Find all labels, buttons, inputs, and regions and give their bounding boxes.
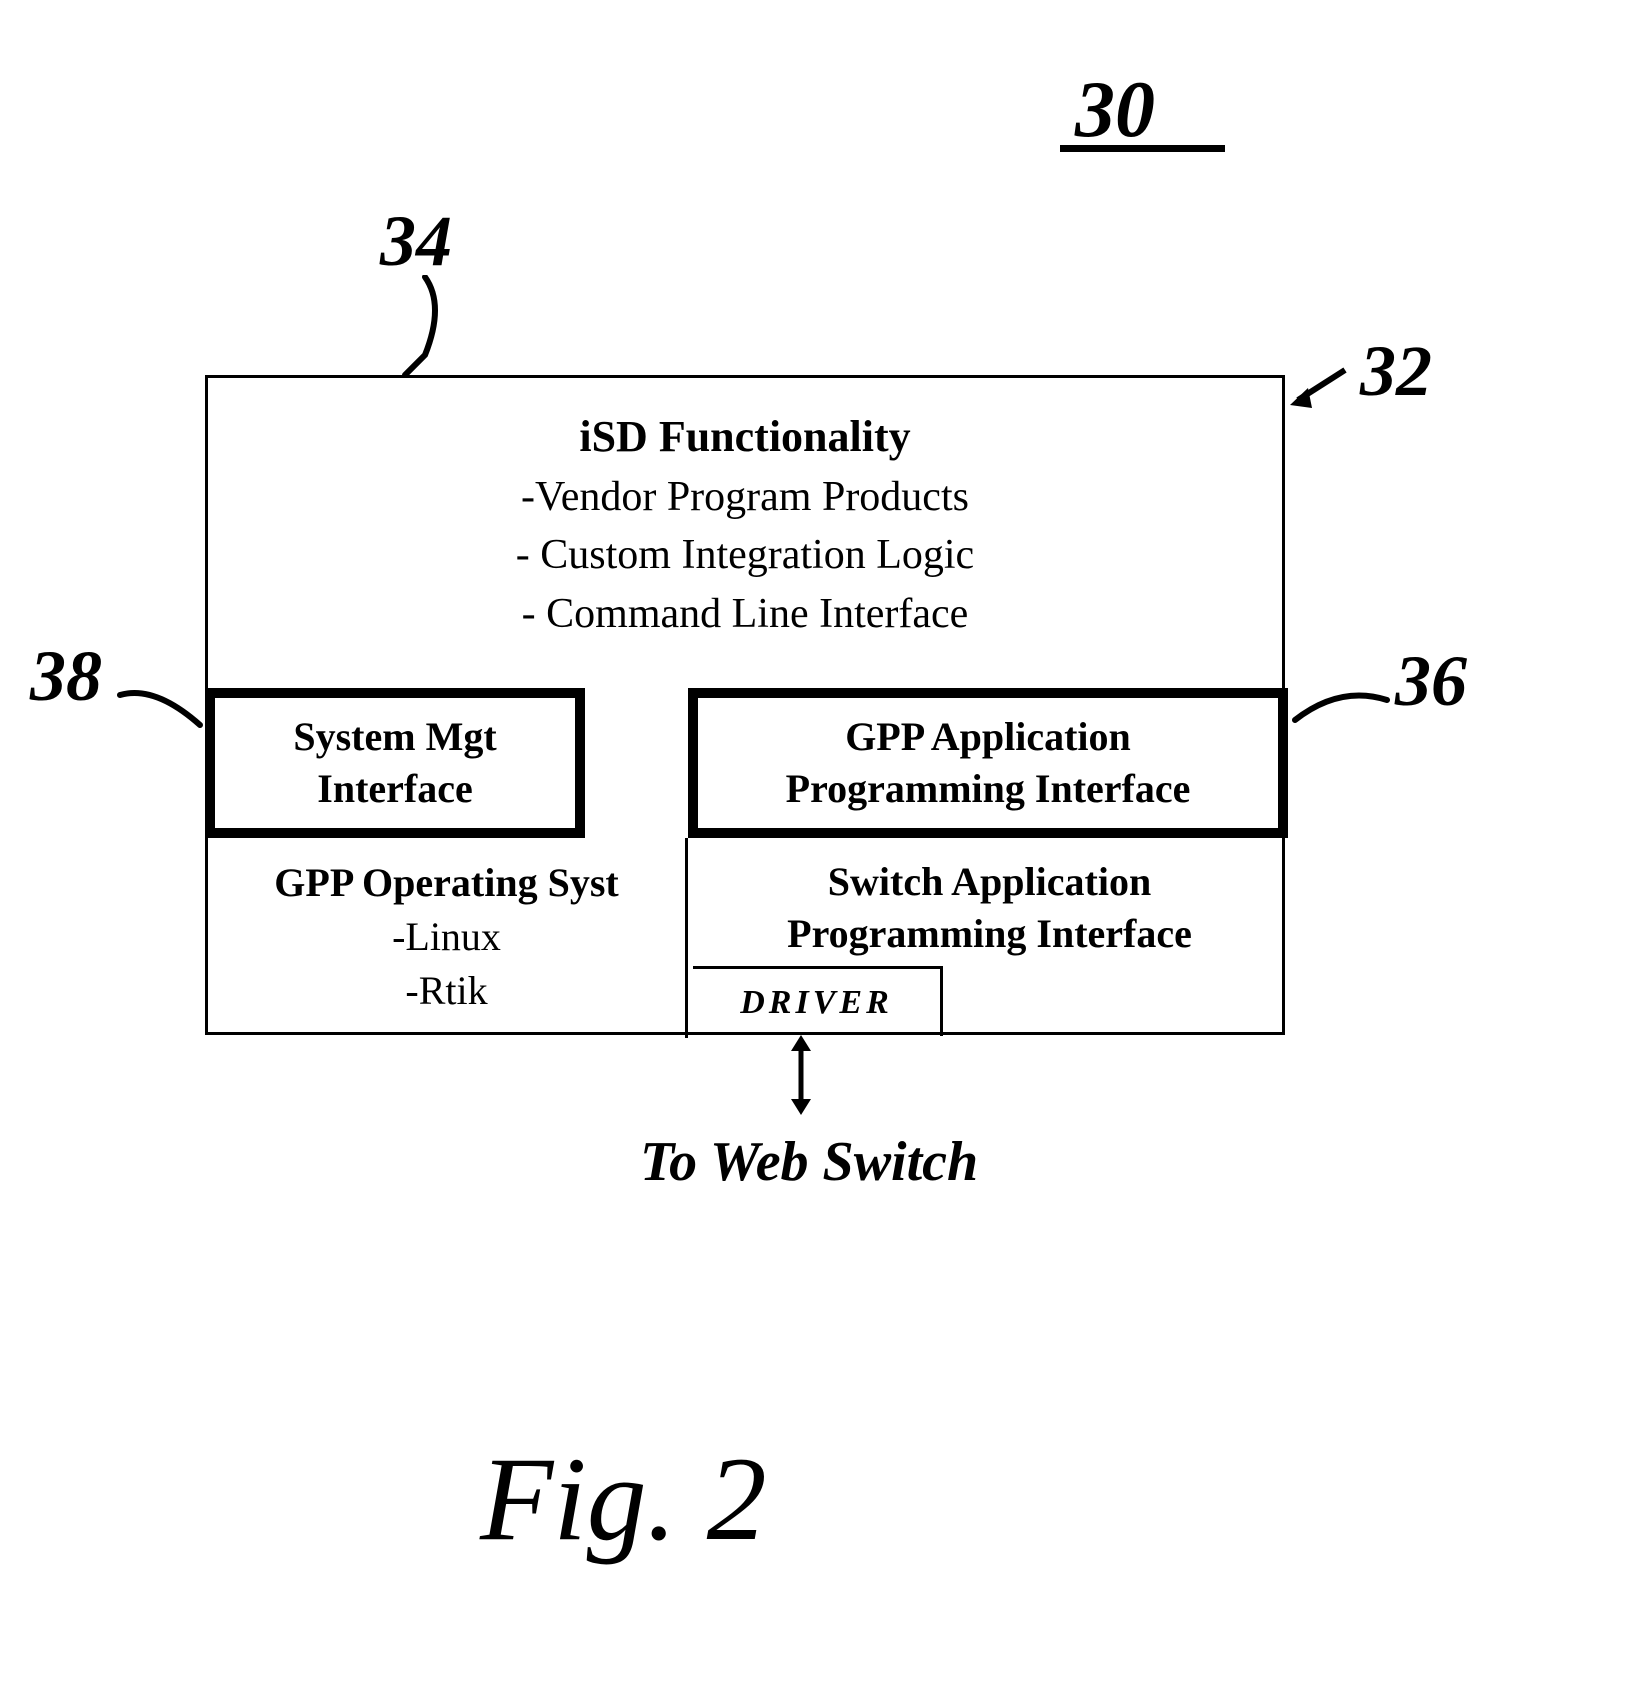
gppos-line2: -Rtik [208, 964, 685, 1018]
ref-label-32: 32 [1360, 330, 1432, 413]
isd-line3: - Command Line Interface [208, 585, 1282, 644]
gppos-line1: -Linux [208, 910, 685, 964]
gpp-api-block: GPP Application Programming Interface [688, 688, 1288, 838]
gppapi-line2: Programming Interface [698, 763, 1278, 815]
figure-caption: Fig. 2 [480, 1430, 767, 1568]
ref-label-34: 34 [380, 200, 452, 283]
switchapi-line1: Switch Application [691, 856, 1288, 908]
driver-block: DRIVER [693, 966, 943, 1036]
leader-38 [115, 680, 205, 750]
bidirectional-arrow-icon [786, 1035, 816, 1115]
isd-line1: -Vendor Program Products [208, 468, 1282, 527]
leader-32 [1290, 360, 1350, 420]
system-mgt-interface-block: System Mgt Interface [205, 688, 585, 838]
ref-label-38: 38 [30, 635, 102, 718]
driver-label: DRIVER [740, 984, 893, 1022]
ref-label-36: 36 [1395, 640, 1467, 723]
ref-label-30: 30 [1075, 65, 1155, 156]
sysmgt-line2: Interface [215, 763, 575, 815]
isd-functionality-block: iSD Functionality -Vendor Program Produc… [208, 378, 1282, 688]
gpp-os-block: GPP Operating Syst -Linux -Rtik [208, 838, 688, 1038]
ref-30-underline [1060, 145, 1225, 152]
gppos-head: GPP Operating Syst [208, 856, 685, 910]
isd-title: iSD Functionality [208, 406, 1282, 468]
to-web-switch-label: To Web Switch [640, 1130, 978, 1194]
gppapi-line1: GPP Application [698, 711, 1278, 763]
system-stack-box: iSD Functionality -Vendor Program Produc… [205, 375, 1285, 1035]
sysmgt-line1: System Mgt [215, 711, 575, 763]
switchapi-line2: Programming Interface [691, 908, 1288, 960]
leader-36 [1290, 680, 1390, 740]
leader-34 [395, 275, 495, 375]
isd-line2: - Custom Integration Logic [208, 526, 1282, 585]
